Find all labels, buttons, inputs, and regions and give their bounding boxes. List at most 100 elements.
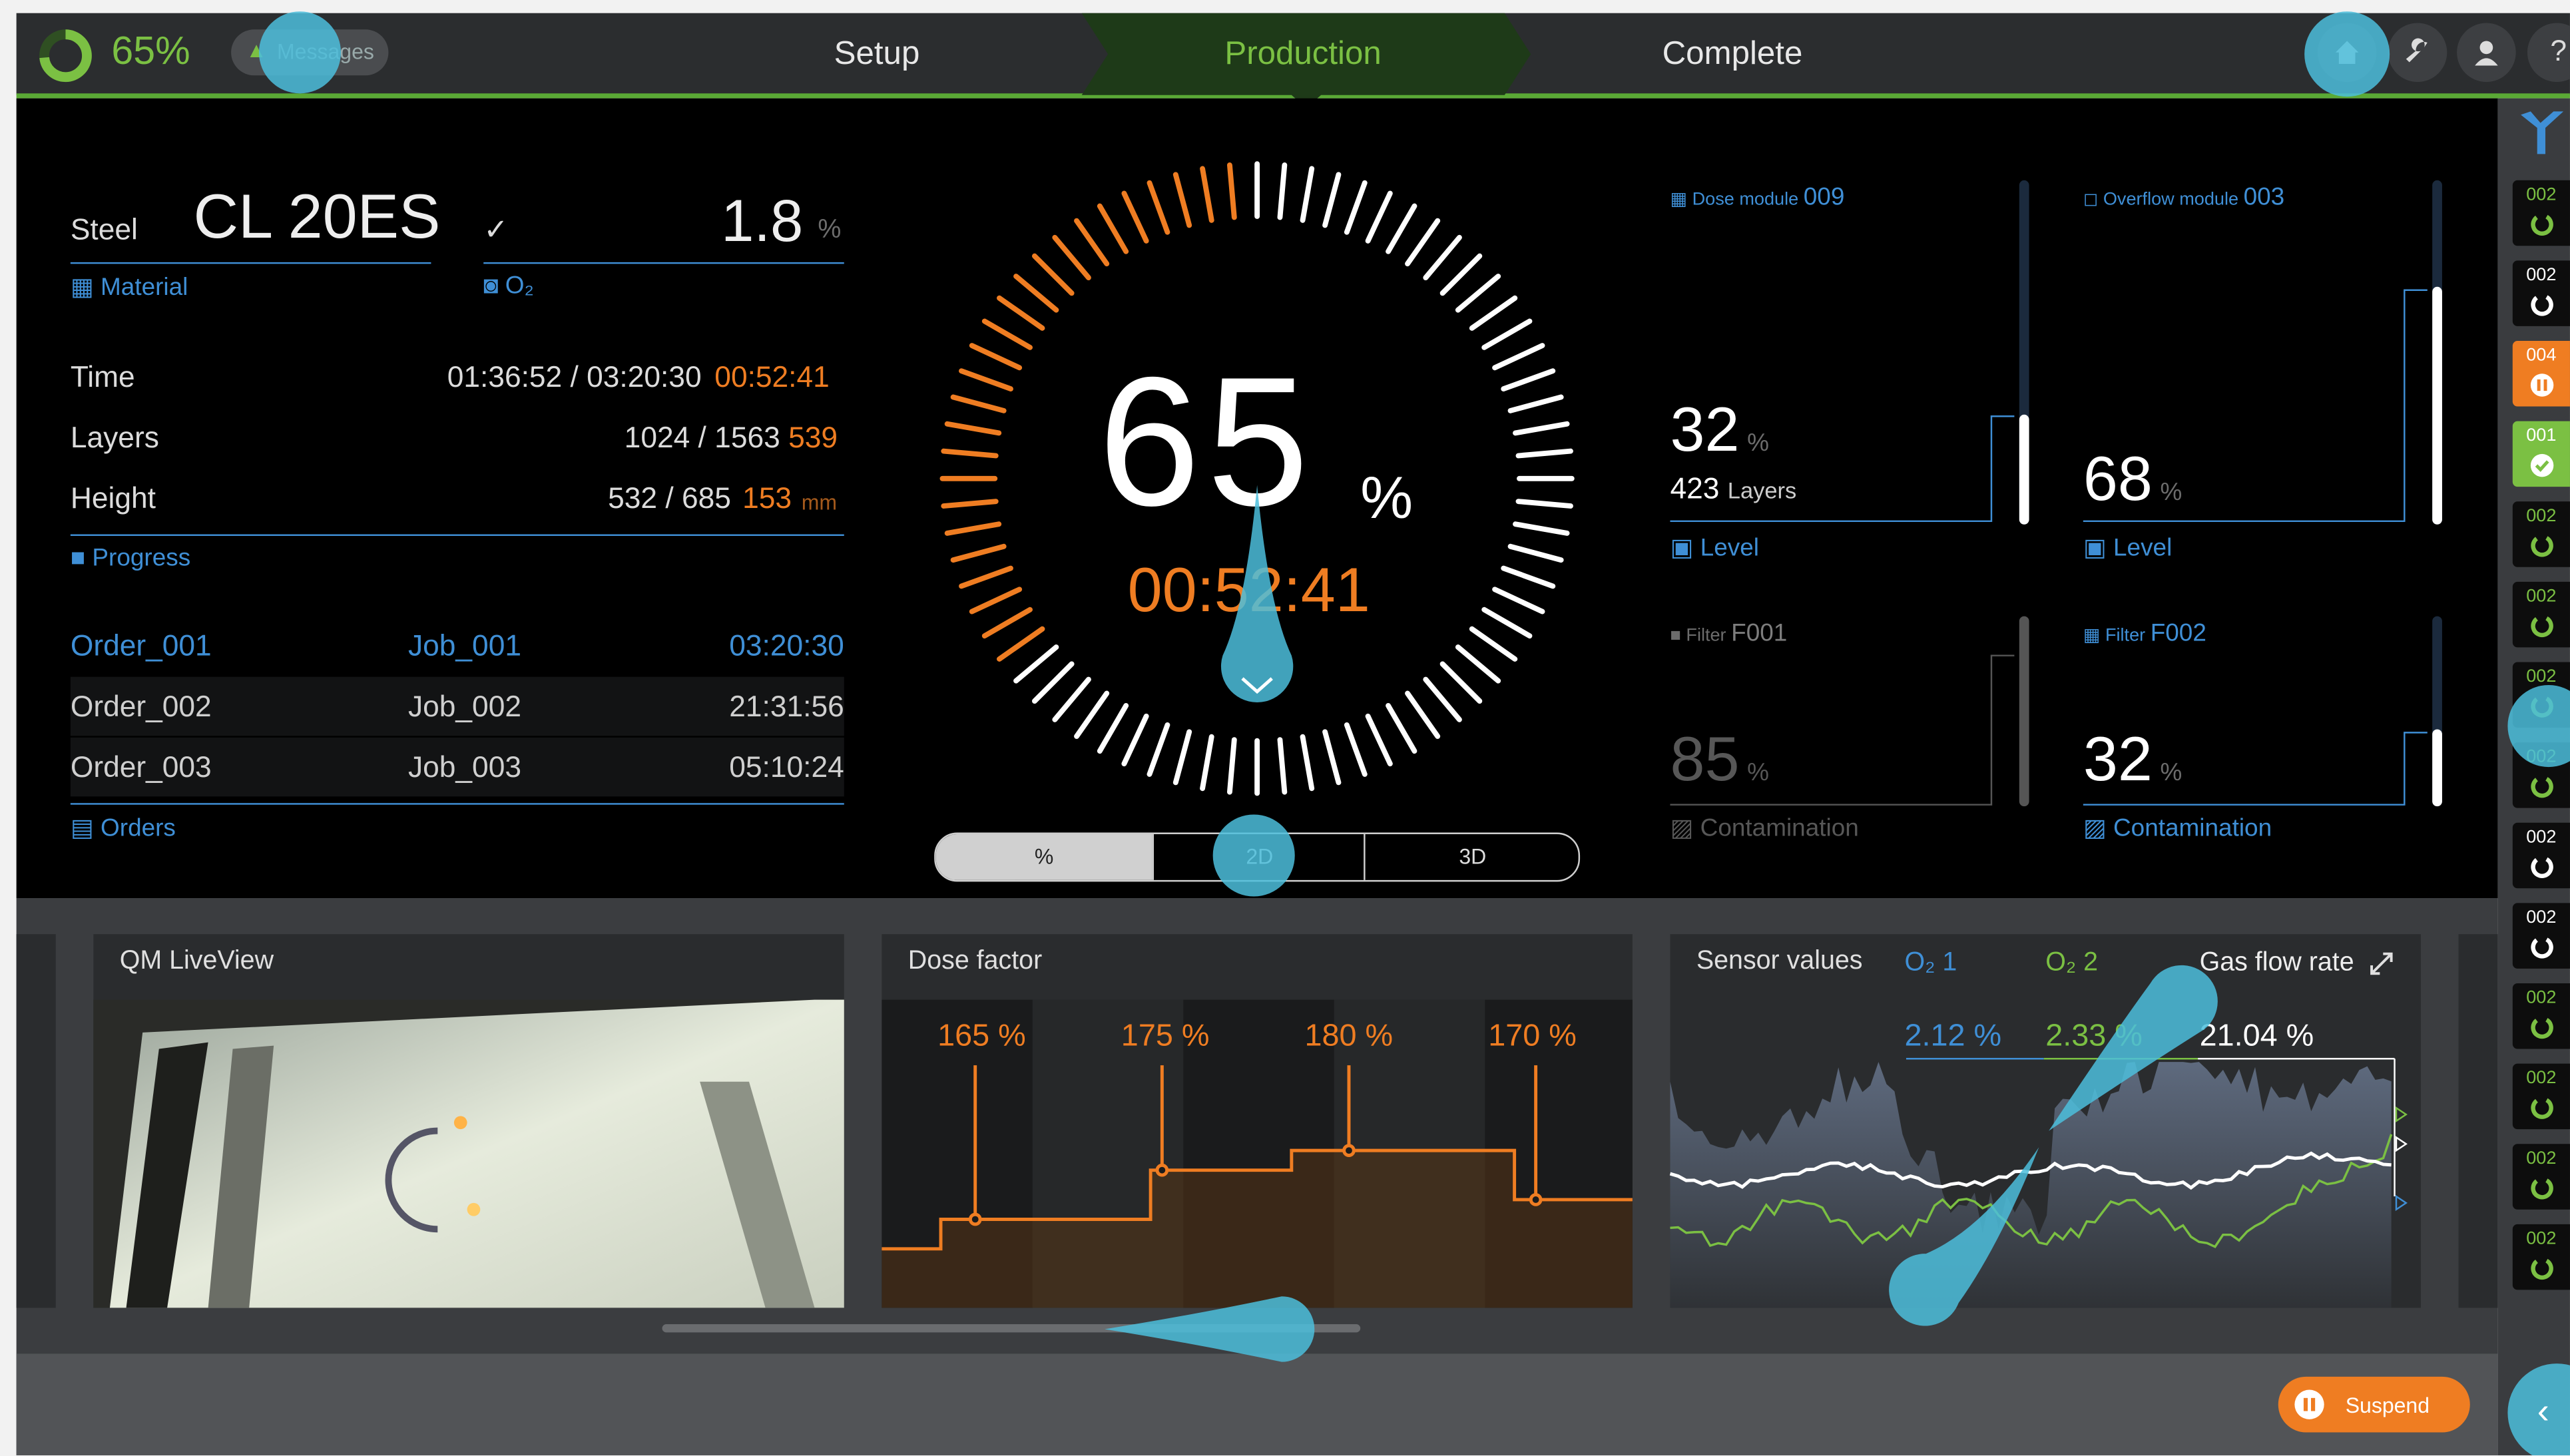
tools-button[interactable] (2388, 23, 2447, 83)
touch-indicator (1212, 814, 1295, 897)
step-complete[interactable]: Complete (1577, 13, 1888, 95)
filter1-status[interactable]: ▨ Contamination (1670, 813, 1858, 842)
queue-job-card[interactable]: 002 (2512, 983, 2570, 1049)
footer-bar (16, 1353, 2498, 1455)
queue-job-card[interactable]: 002 (2512, 903, 2570, 969)
gauge-tick (1147, 722, 1170, 777)
gauge-tick (1277, 162, 1288, 220)
height-label: Height (70, 481, 156, 515)
user-button[interactable] (2457, 23, 2516, 83)
material-underline (70, 262, 431, 264)
queue-job-number: 002 (2526, 828, 2557, 848)
queue-job-card[interactable]: 002 (2512, 1224, 2570, 1290)
progress-ring-icon (2531, 775, 2553, 798)
gauge-tick (1200, 166, 1214, 223)
queue-job-card[interactable]: 001 (2512, 421, 2570, 487)
queue-job-card[interactable]: 002 (2512, 1144, 2570, 1210)
queue-job-card[interactable]: 004 (2512, 341, 2570, 407)
order-row[interactable]: Order_002 Job_002 21:31:56 (71, 677, 844, 736)
o2-unit: % (818, 216, 842, 244)
filter1-value: 85 (1670, 726, 1740, 795)
overflow-module-header[interactable]: ◻ Overflow module 003 (2083, 184, 2284, 212)
overflow-level-section[interactable]: ▣ Level (2083, 533, 2172, 563)
queue-job-card[interactable]: 002 (2512, 501, 2570, 567)
order-name: Order_003 (70, 750, 212, 784)
gauge-tick (1052, 676, 1091, 722)
queue-job-card[interactable]: 002 (2512, 260, 2570, 326)
suspend-button[interactable]: Suspend (2278, 1376, 2470, 1433)
dose-layers: 423 Layers (1670, 472, 1796, 507)
dose-factor-label: 175 % (1121, 1019, 1210, 1054)
dose-module-header[interactable]: ▦ Dose module 009 (1670, 184, 1844, 212)
dose-factor-label: 180 % (1304, 1019, 1394, 1054)
dose-level-section[interactable]: ▣ Level (1670, 533, 1758, 563)
filter2-status[interactable]: ▨ Contamination (2083, 813, 2272, 842)
grid-icon: ▦ (70, 274, 94, 302)
chevron-left-icon: ‹ (2537, 1389, 2549, 1431)
gauge-tick (1501, 565, 1556, 589)
container-icon: ◻ (2083, 190, 2099, 210)
queue-job-card[interactable]: 002 (2512, 1063, 2570, 1130)
orders-section[interactable]: ▤ Orders (71, 813, 176, 842)
logo-icon (2521, 111, 2564, 154)
view-tab-3d[interactable]: 3D (1364, 834, 1578, 880)
gauge-tick (1226, 737, 1237, 795)
gauge-tick (1507, 394, 1564, 413)
gauge-tick (1172, 172, 1192, 228)
filter2-id: F002 (2150, 619, 2206, 648)
o2-section-label: O₂ (505, 272, 534, 300)
queue-job-card[interactable]: 002 (2512, 822, 2570, 889)
orders-underline (70, 803, 844, 805)
queue-job-number: 001 (2526, 426, 2557, 446)
queue-job-number: 002 (2526, 988, 2557, 1008)
gauge-tick (981, 318, 1033, 350)
order-row[interactable]: Order_003 Job_003 05:10:24 (71, 738, 844, 797)
job-name: Job_003 (407, 750, 522, 784)
gauge-tick (1097, 702, 1129, 754)
expand-icon[interactable] (2368, 951, 2394, 977)
gauge-tick (950, 394, 1007, 413)
material-section[interactable]: ▦ Material (71, 272, 188, 302)
o2-underline (483, 262, 844, 264)
o2-section[interactable]: ◙ O₂ (483, 272, 534, 300)
progress-ring-icon (2531, 1257, 2553, 1280)
queue-job-number: 002 (2526, 1229, 2557, 1249)
queue-job-card[interactable]: 002 (2512, 581, 2570, 648)
pinch-indicator (1889, 965, 2218, 1326)
gauge-tick (959, 565, 1013, 589)
queue-job-card[interactable]: 002 (2512, 180, 2570, 246)
time-remaining: 00:52:41 (714, 360, 830, 393)
swipe-left-indicator (1105, 1296, 1315, 1362)
check-circle-icon (2530, 453, 2554, 477)
filter2-value: 32 (2083, 726, 2153, 795)
filter1-header[interactable]: ■ Filter F001 (1670, 620, 1787, 648)
layers-label: Layers (70, 421, 159, 454)
progress-section[interactable]: ■ Progress (71, 544, 190, 572)
gauge-tick (944, 521, 1002, 536)
order-row[interactable]: Order_001 Job_001 03:20:30 (71, 618, 844, 677)
filter2-header[interactable]: ▦ Filter F002 (2083, 620, 2206, 648)
order-name: Order_002 (70, 690, 212, 723)
filter1-status-label: Contamination (1700, 814, 1859, 843)
overall-progress-text: 65% (111, 29, 190, 74)
gauge-tick (1052, 234, 1091, 281)
step-setup[interactable]: Setup (721, 13, 1033, 95)
dose-layers-label: Layers (1727, 477, 1797, 503)
gauge-percent-sign: % (1360, 463, 1414, 531)
qm-camera-image (93, 999, 844, 1308)
gauge-tick (1300, 166, 1315, 223)
order-time: 21:31:56 (729, 690, 844, 723)
view-tab-percent[interactable]: % (935, 834, 1153, 880)
grid-icon: ▦ (1670, 190, 1688, 210)
gauge-tick (1469, 626, 1518, 662)
o2-sensor-icon: ◙ (483, 272, 499, 300)
gauge-tick (1386, 203, 1417, 254)
gauge-tick (1097, 203, 1129, 254)
gauge-tick (1481, 607, 1533, 639)
gauge-tick (941, 448, 999, 459)
o2-value: 1.8 (721, 186, 804, 254)
touch-indicator (2304, 11, 2390, 97)
gauge-tick (1365, 713, 1393, 767)
material-section-label: Material (101, 274, 188, 302)
step-production[interactable]: Production (1147, 13, 1459, 95)
